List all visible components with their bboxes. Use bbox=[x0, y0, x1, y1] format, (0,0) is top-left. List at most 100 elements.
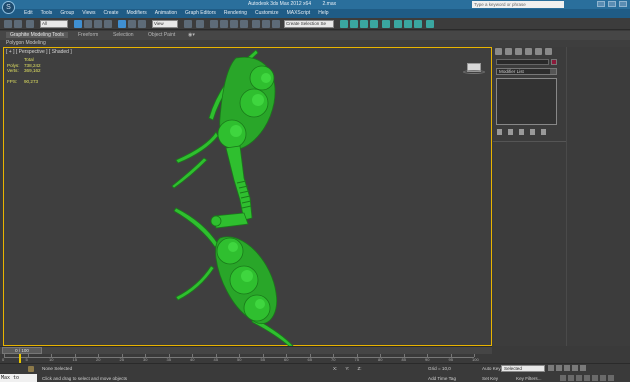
current-frame-marker[interactable] bbox=[19, 354, 21, 363]
zoom-icon[interactable] bbox=[560, 375, 566, 381]
maximize-button[interactable] bbox=[608, 1, 616, 7]
render-production-icon[interactable] bbox=[414, 20, 422, 28]
spinner-snap-icon[interactable] bbox=[240, 20, 248, 28]
motion-tab-icon[interactable] bbox=[525, 48, 532, 55]
field-of-view-icon[interactable] bbox=[584, 375, 590, 381]
redo-icon[interactable] bbox=[14, 20, 22, 28]
orbit-icon[interactable] bbox=[600, 375, 606, 381]
modify-tab-icon[interactable] bbox=[505, 48, 512, 55]
menu-views[interactable]: Views bbox=[78, 9, 99, 18]
menu-tools[interactable]: Tools bbox=[37, 9, 57, 18]
menu-rendering[interactable]: Rendering bbox=[220, 9, 251, 18]
mirror-icon[interactable] bbox=[262, 20, 270, 28]
select-rotate-icon[interactable] bbox=[128, 20, 136, 28]
tab-graphite-modeling-tools[interactable]: Graphite Modeling Tools bbox=[6, 32, 68, 38]
lock-icon[interactable] bbox=[28, 366, 34, 372]
select-by-name-icon[interactable] bbox=[84, 20, 92, 28]
render-setup-icon[interactable] bbox=[394, 20, 402, 28]
selection-filter-dropdown[interactable]: All bbox=[40, 20, 68, 28]
teapot-render-icon[interactable] bbox=[426, 20, 434, 28]
track-bar-tick-label: 60 bbox=[284, 357, 289, 362]
rendered-frame-window-icon[interactable] bbox=[404, 20, 412, 28]
zoom-all-icon[interactable] bbox=[568, 375, 574, 381]
auto-key-button[interactable]: Auto Key bbox=[482, 366, 501, 371]
selection-region-icon[interactable] bbox=[94, 20, 102, 28]
selection-info: None Selected bbox=[42, 366, 73, 371]
undo-icon[interactable] bbox=[4, 20, 12, 28]
configure-modifier-sets-icon[interactable] bbox=[541, 129, 546, 135]
pivot-center-icon[interactable] bbox=[184, 20, 192, 28]
menu-modifiers[interactable]: Modifiers bbox=[122, 9, 150, 18]
go-to-end-icon[interactable] bbox=[580, 365, 586, 371]
make-unique-icon[interactable] bbox=[519, 129, 524, 135]
track-bar-tick-label: 0 bbox=[2, 357, 5, 362]
search-input[interactable]: Type a keyword or phrase bbox=[472, 1, 564, 8]
add-time-tag-button[interactable]: Add Time Tag bbox=[428, 376, 456, 381]
maximize-viewport-icon[interactable] bbox=[608, 375, 614, 381]
snaps-toggle-icon[interactable] bbox=[210, 20, 218, 28]
close-button[interactable] bbox=[619, 1, 627, 7]
polygon-modeling-panel[interactable]: Polygon Modeling bbox=[6, 40, 46, 46]
graphite-toggle-icon[interactable] bbox=[350, 20, 358, 28]
link-icon[interactable] bbox=[26, 20, 34, 28]
pan-icon[interactable] bbox=[592, 375, 598, 381]
menu-help[interactable]: Help bbox=[314, 9, 332, 18]
tab-freeform[interactable]: Freeform bbox=[78, 32, 98, 38]
tab-selection[interactable]: Selection bbox=[113, 32, 134, 38]
set-key-button[interactable]: Set Key bbox=[482, 376, 498, 381]
material-editor-icon[interactable] bbox=[382, 20, 390, 28]
tab-object-paint[interactable]: Object Paint bbox=[148, 32, 175, 38]
key-filters-button[interactable]: Key Filters... bbox=[516, 376, 542, 381]
curve-editor-icon[interactable] bbox=[360, 20, 368, 28]
select-scale-icon[interactable] bbox=[138, 20, 146, 28]
perspective-viewport[interactable]: [ + ] [ Perspective ] [ Shaded ] Total P… bbox=[3, 47, 493, 347]
modifier-stack[interactable] bbox=[496, 78, 557, 125]
select-object-icon[interactable] bbox=[74, 20, 82, 28]
utilities-tab-icon[interactable] bbox=[545, 48, 552, 55]
menu-animation[interactable]: Animation bbox=[151, 9, 181, 18]
menu-bar: Edit Tools Group Views Create Modifiers … bbox=[0, 9, 630, 18]
display-tab-icon[interactable] bbox=[535, 48, 542, 55]
next-frame-icon[interactable] bbox=[572, 365, 578, 371]
maxscript-listener[interactable]: Max to Physc bbox=[0, 374, 37, 382]
application-button[interactable]: S bbox=[2, 1, 15, 14]
angle-snap-icon[interactable] bbox=[220, 20, 228, 28]
minimize-button[interactable] bbox=[597, 1, 605, 7]
window-crossing-icon[interactable] bbox=[104, 20, 112, 28]
pin-stack-icon[interactable] bbox=[497, 129, 502, 135]
remove-modifier-icon[interactable] bbox=[530, 129, 535, 135]
menu-maxscript[interactable]: MAXScript bbox=[283, 9, 315, 18]
go-to-start-icon[interactable] bbox=[548, 365, 554, 371]
key-set-dropdown[interactable]: Selected bbox=[501, 365, 545, 372]
zoom-extents-icon[interactable] bbox=[576, 375, 582, 381]
ribbon-options-icon[interactable]: ◉▾ bbox=[188, 32, 195, 38]
play-icon[interactable] bbox=[564, 365, 570, 371]
reference-coordinate-dropdown[interactable]: View bbox=[152, 20, 178, 28]
manipulate-icon[interactable] bbox=[196, 20, 204, 28]
time-slider[interactable]: 0 / 100 bbox=[2, 347, 42, 354]
show-end-result-icon[interactable] bbox=[508, 129, 513, 135]
pea-pod-model[interactable] bbox=[4, 48, 493, 347]
track-bar[interactable]: 0 5 10 15 20 25 30 35 40 45 50 55 60 65 70 75 80 85 90 95 10… bbox=[0, 354, 492, 363]
menu-edit[interactable]: Edit bbox=[20, 9, 37, 18]
menu-group[interactable]: Group bbox=[56, 9, 78, 18]
modifier-list-dropdown[interactable]: Modifier List bbox=[496, 68, 557, 75]
schematic-view-icon[interactable] bbox=[370, 20, 378, 28]
object-color-swatch[interactable] bbox=[551, 59, 557, 65]
percent-snap-icon[interactable] bbox=[230, 20, 238, 28]
previous-frame-icon[interactable] bbox=[556, 365, 562, 371]
track-bar-tick-label: 30 bbox=[143, 357, 148, 362]
named-selection-set-dropdown[interactable]: Create Selection Se bbox=[284, 20, 334, 28]
time-slider-track[interactable]: 0 / 100 bbox=[0, 346, 492, 354]
menu-graph-editors[interactable]: Graph Editors bbox=[181, 9, 220, 18]
hierarchy-tab-icon[interactable] bbox=[515, 48, 522, 55]
select-move-icon[interactable] bbox=[118, 20, 126, 28]
align-icon[interactable] bbox=[272, 20, 280, 28]
menu-create[interactable]: Create bbox=[99, 9, 122, 18]
create-tab-icon[interactable] bbox=[495, 48, 502, 55]
edit-named-selection-icon[interactable] bbox=[252, 20, 260, 28]
menu-customize[interactable]: Customize bbox=[251, 9, 283, 18]
graphite-ribbon: Graphite Modeling Tools Freeform Selecti… bbox=[0, 31, 630, 40]
object-name-field[interactable] bbox=[496, 59, 549, 65]
layer-manager-icon[interactable] bbox=[340, 20, 348, 28]
